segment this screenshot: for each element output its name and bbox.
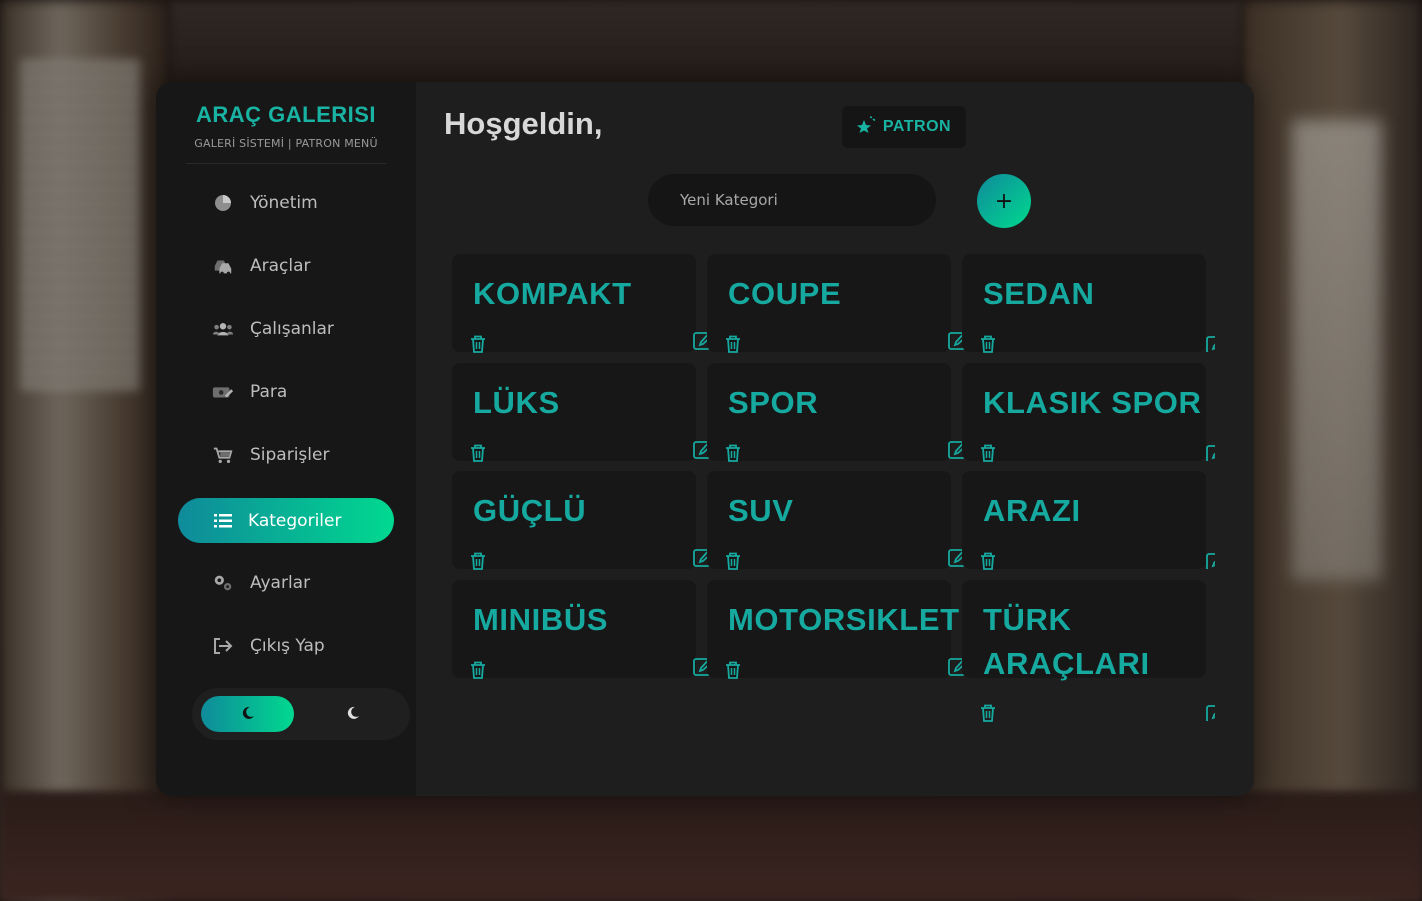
background-window	[1292, 120, 1382, 580]
brand-title: ARAÇ GALERISI	[195, 102, 377, 127]
trash-icon[interactable]	[469, 660, 487, 680]
category-card: SPOR	[707, 363, 971, 463]
sidebar-item-label: Para	[250, 381, 288, 402]
category-name: ARAZI	[983, 493, 1081, 528]
role-label: PATRON	[882, 118, 952, 135]
sidebar-item-para[interactable]: Para	[178, 369, 394, 414]
brand-subtitle: GALERİ SİSTEMİ | PATRON MENÜ	[194, 137, 378, 150]
main-content: Hoşgeldin, PATRON + KOMPAKT COUPE SEDAN LÜK…	[416, 82, 1254, 796]
background-top	[170, 0, 1242, 90]
edit-icon[interactable]	[1205, 549, 1215, 569]
category-name: TÜRK ARAÇLARI	[983, 602, 1150, 681]
sidebar-item-ayarlar[interactable]: Ayarlar	[178, 560, 394, 605]
trash-icon[interactable]	[469, 551, 487, 571]
sidebar-item-label: Çıkış Yap	[250, 635, 325, 656]
divider	[186, 163, 386, 164]
gallery-panel: ARAÇ GALERISI GALERİ SİSTEMİ | PATRON ME…	[156, 82, 1254, 796]
trash-icon[interactable]	[724, 334, 742, 354]
trash-icon[interactable]	[724, 551, 742, 571]
edit-icon[interactable]	[1205, 701, 1215, 721]
light-mode-button[interactable]	[328, 696, 378, 732]
category-card: SEDAN	[962, 254, 1215, 354]
category-card: ARAZI	[962, 471, 1215, 571]
category-name: SEDAN	[983, 276, 1095, 311]
moon-icon	[346, 705, 360, 724]
pie-chart-icon	[212, 192, 234, 214]
background-floor	[0, 791, 1422, 901]
category-card: KLASIK SPOR	[962, 363, 1215, 463]
sidebar-item-yonetim[interactable]: Yönetim	[178, 180, 394, 225]
users-icon	[212, 318, 234, 340]
trash-icon[interactable]	[724, 443, 742, 463]
gears-icon	[212, 572, 234, 594]
background-blinds	[20, 60, 140, 390]
category-card: COUPE	[707, 254, 971, 354]
new-category-input[interactable]	[648, 174, 936, 226]
trash-icon[interactable]	[979, 703, 997, 723]
sidebar-item-label: Araçlar	[250, 255, 311, 276]
category-name: MINIBÜS	[473, 602, 609, 637]
category-card: KOMPAKT	[452, 254, 716, 354]
theme-toggle	[192, 688, 410, 740]
category-name: LÜKS	[473, 385, 560, 420]
category-name: SUV	[728, 493, 794, 528]
money-icon	[212, 381, 234, 403]
star-icon	[856, 115, 883, 139]
sidebar-item-label: Ayarlar	[250, 572, 311, 593]
welcome-heading: Hoşgeldin,	[444, 106, 603, 141]
trash-icon[interactable]	[979, 443, 997, 463]
category-name: KOMPAKT	[473, 276, 632, 311]
trash-icon[interactable]	[979, 551, 997, 571]
trash-icon[interactable]	[979, 334, 997, 354]
category-name: MOTORSIKLET	[728, 602, 960, 637]
category-card: MOTORSIKLET	[707, 580, 971, 680]
dark-mode-button[interactable]	[201, 696, 294, 732]
category-name: GÜÇLÜ	[473, 493, 587, 528]
category-name: COUPE	[728, 276, 842, 311]
edit-icon[interactable]	[1205, 441, 1215, 461]
sidebar-item-araclar[interactable]: Araçlar	[178, 243, 394, 288]
sidebar: ARAÇ GALERISI GALERİ SİSTEMİ | PATRON ME…	[156, 82, 416, 796]
category-card: GÜÇLÜ	[452, 471, 716, 571]
trash-icon[interactable]	[469, 443, 487, 463]
category-card: SUV	[707, 471, 971, 571]
role-badge: PATRON	[842, 106, 966, 148]
category-name: KLASIK SPOR	[983, 385, 1202, 420]
trash-icon[interactable]	[724, 660, 742, 680]
sidebar-item-label: Kategoriler	[248, 510, 342, 531]
sidebar-item-calisanlar[interactable]: Çalışanlar	[178, 306, 394, 351]
category-card: TÜRK ARAÇLARI	[962, 580, 1215, 722]
category-name: SPOR	[728, 385, 819, 420]
sidebar-item-label: Çalışanlar	[250, 318, 334, 339]
edit-icon[interactable]	[1205, 332, 1215, 352]
sidebar-item-kategoriler[interactable]: Kategoriler	[178, 498, 394, 543]
sidebar-item-label: Yönetim	[250, 192, 318, 213]
list-icon	[212, 510, 234, 532]
sidebar-item-cikis[interactable]: Çıkış Yap	[178, 623, 394, 668]
sidebar-item-siparisler[interactable]: Siparişler	[178, 432, 394, 477]
cart-icon	[212, 444, 234, 466]
category-card: LÜKS	[452, 363, 716, 463]
logout-icon	[212, 635, 234, 657]
moon-icon	[241, 705, 255, 724]
add-category-button[interactable]: +	[977, 174, 1031, 228]
category-card: MINIBÜS	[452, 580, 716, 680]
cars-icon	[212, 255, 234, 277]
sidebar-item-label: Siparişler	[250, 444, 330, 465]
trash-icon[interactable]	[469, 334, 487, 354]
